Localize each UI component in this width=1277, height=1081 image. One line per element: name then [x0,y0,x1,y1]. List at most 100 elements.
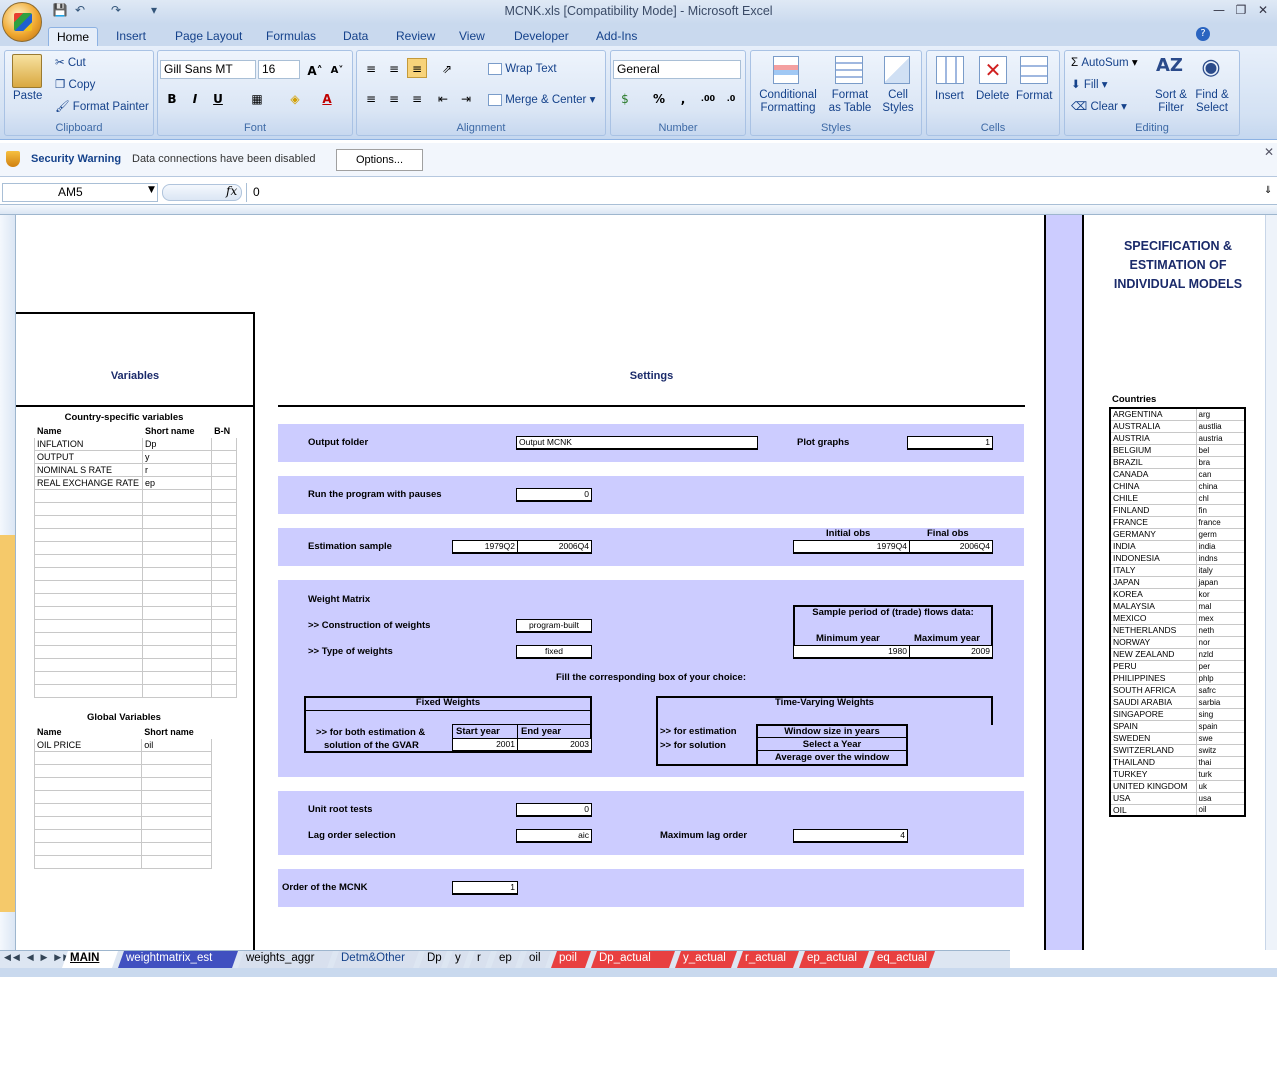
tab-scroll-arrows-icon[interactable]: ◀◀ ◀ ▶ ▶▶ [4,953,72,963]
country-name-cell[interactable]: MEXICO [1109,611,1197,625]
global-short-cell[interactable]: oil [141,738,212,752]
orientation-icon[interactable]: ⇗ [437,58,457,78]
format-as-table-button[interactable]: Format as Table [825,89,875,115]
country-row[interactable]: INDIA india [1109,539,1246,553]
currency-icon[interactable]: $ [615,88,635,108]
underline-button[interactable]: U [208,88,228,108]
country-code-cell[interactable]: phlp [1195,671,1246,685]
insert-cells-icon[interactable] [936,56,964,84]
sort-filter-icon[interactable]: AZ [1156,55,1183,85]
row-number[interactable] [0,665,15,678]
country-name-cell[interactable]: SWEDEN [1109,731,1197,745]
country-row[interactable]: THAILAND thai [1109,755,1246,769]
country-row[interactable]: CHINA china [1109,479,1246,493]
clear-button[interactable]: ⌫ Clear ▾ [1071,99,1127,113]
decrease-decimal-icon[interactable]: .0 [721,88,741,108]
var-short-cell[interactable]: ep [141,476,213,490]
var-bn-cell[interactable] [211,658,237,672]
row-number[interactable] [0,431,15,444]
table-row[interactable] [34,684,237,698]
tab-formulas[interactable]: Formulas [258,27,324,46]
country-code-cell[interactable]: can [1195,467,1246,481]
office-button[interactable] [2,2,42,42]
row-number[interactable] [0,418,15,431]
var-bn-cell[interactable] [211,541,237,555]
row-number[interactable] [0,444,15,457]
row-number[interactable] [0,639,15,652]
minimize-icon[interactable]: — [1208,3,1230,19]
row-number[interactable] [0,574,15,587]
font-name-combo[interactable]: Gill Sans MT [160,60,256,79]
var-short-cell[interactable]: r [141,463,213,477]
country-row[interactable]: SAUDI ARABIA sarbia [1109,695,1246,709]
align-top-icon[interactable]: ≡ [361,58,381,78]
global-vars-table[interactable]: Name Short name OIL PRICE oil [33,725,212,869]
country-name-cell[interactable]: TURKEY [1109,767,1197,781]
row-number[interactable] [0,756,15,769]
table-row[interactable] [34,671,237,685]
var-short-cell[interactable] [141,515,213,529]
delete-cells-button[interactable]: Delete [976,90,1009,102]
country-name-cell[interactable]: SAUDI ARABIA [1109,695,1197,709]
paste-icon[interactable] [12,54,42,88]
var-short-cell[interactable] [141,671,213,685]
increase-indent-icon[interactable]: ⇥ [456,88,476,108]
country-code-cell[interactable]: mal [1195,599,1246,613]
grow-font-icon[interactable]: A˄ [305,60,325,80]
var-name-cell[interactable] [34,593,143,607]
var-short-cell[interactable] [141,502,213,516]
window-size-option[interactable]: Window size in years [756,726,908,738]
row-number[interactable] [0,457,15,470]
font-color-icon[interactable]: A [317,88,337,108]
tab-view[interactable]: View [451,27,493,46]
tab-insert[interactable]: Insert [108,27,154,46]
table-row[interactable] [33,855,212,869]
var-name-cell[interactable] [34,541,143,555]
country-row[interactable]: AUSTRALIA austlia [1109,419,1246,433]
country-name-cell[interactable]: FINLAND [1109,503,1197,517]
country-row[interactable]: NETHERLANDS neth [1109,623,1246,637]
country-vars-table[interactable]: Name Short name B-N INFLATION Dp OUTPUT y NOMI… [34,424,237,698]
unit-root-input[interactable]: 0 [516,803,592,817]
global-short-cell[interactable] [141,855,212,869]
row-headers[interactable] [0,215,16,950]
table-row[interactable] [34,528,237,542]
country-row[interactable]: MEXICO mex [1109,611,1246,625]
table-row[interactable] [34,567,237,581]
country-name-cell[interactable]: CHILE [1109,491,1197,505]
table-row[interactable]: INFLATION Dp [34,437,237,451]
country-code-cell[interactable]: thai [1195,755,1246,769]
country-code-cell[interactable]: switz [1195,743,1246,757]
var-name-cell[interactable] [34,502,143,516]
row-number[interactable] [0,496,15,509]
sheet-tab-ep-actual[interactable]: ep_actual [799,951,869,968]
var-name-cell[interactable] [34,619,143,633]
row-number[interactable] [0,847,15,860]
table-row[interactable] [34,632,237,646]
var-name-cell[interactable] [34,554,143,568]
row-number[interactable] [0,977,15,990]
country-code-cell[interactable]: austria [1195,431,1246,445]
insert-function-icon[interactable]: fx [226,184,237,198]
formula-input[interactable]: 0 [246,183,1262,202]
country-code-cell[interactable]: bel [1195,443,1246,457]
pauses-input[interactable]: 0 [516,488,592,502]
align-bottom-icon[interactable]: ≡ [407,58,427,78]
global-short-cell[interactable] [141,842,212,856]
row-number[interactable] [0,678,15,691]
row-number[interactable] [0,600,15,613]
country-row[interactable]: BRAZIL bra [1109,455,1246,469]
cut-button[interactable]: ✂ Cut [55,55,86,69]
country-code-cell[interactable]: spain [1195,719,1246,733]
country-code-cell[interactable]: safrc [1195,683,1246,697]
var-bn-cell[interactable] [211,567,237,581]
fill-color-icon[interactable]: ◈ [285,88,305,108]
country-name-cell[interactable]: OIL [1109,803,1197,817]
row-number[interactable] [0,1003,15,1016]
var-short-cell[interactable]: y [141,450,213,464]
country-code-cell[interactable]: swe [1195,731,1246,745]
table-row[interactable] [33,842,212,856]
align-right-icon[interactable]: ≡ [407,88,427,108]
global-short-cell[interactable] [141,816,212,830]
var-bn-cell[interactable] [211,515,237,529]
